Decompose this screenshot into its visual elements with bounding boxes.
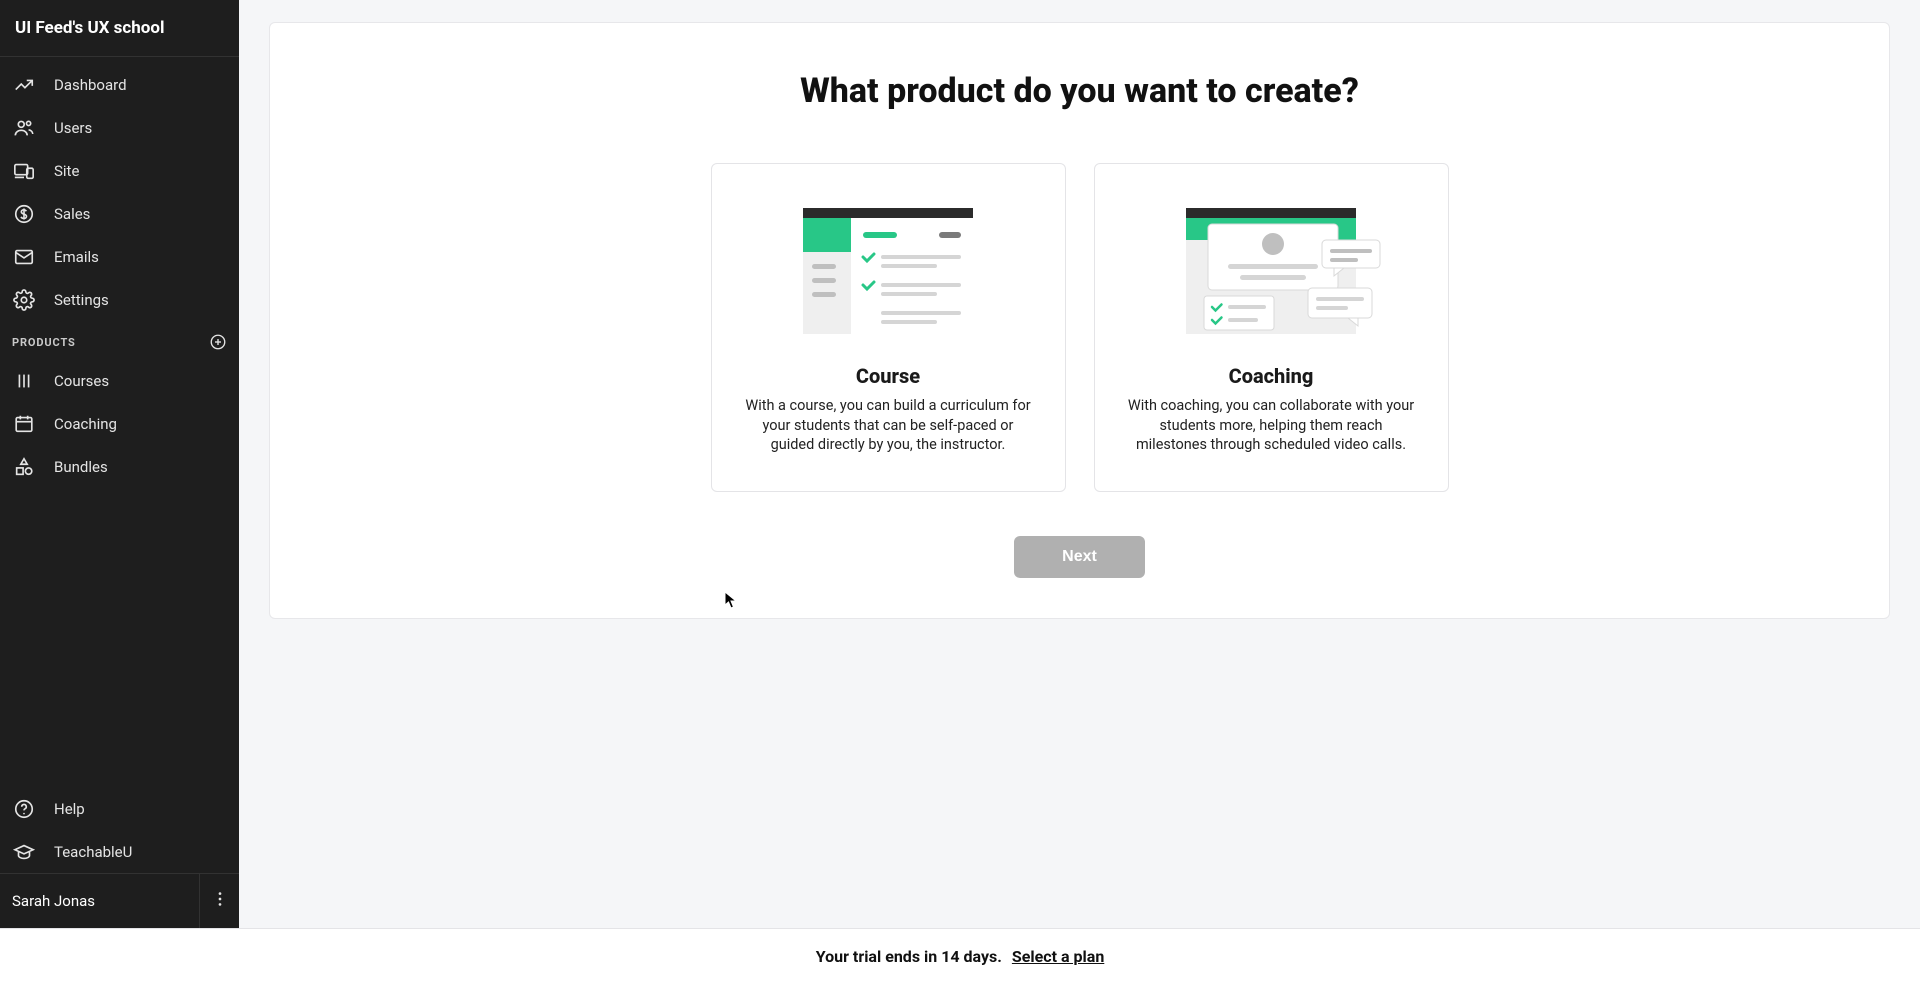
products-header-label: PRODUCTS — [12, 336, 76, 349]
help-circle-icon — [12, 797, 36, 821]
sidebar-item-emails[interactable]: Emails — [0, 235, 239, 278]
users-icon — [12, 116, 36, 140]
products-section-header: PRODUCTS — [0, 321, 239, 359]
school-title[interactable]: UI Feed's UX school — [0, 0, 239, 57]
sidebar-item-label: Courses — [54, 372, 109, 390]
add-product-icon[interactable] — [209, 333, 227, 351]
columns-icon — [12, 369, 36, 393]
sidebar-item-dashboard[interactable]: Dashboard — [0, 63, 239, 106]
sidebar-item-bundles[interactable]: Bundles — [0, 445, 239, 488]
option-title: Course — [856, 364, 920, 388]
sidebar-item-coaching[interactable]: Coaching — [0, 402, 239, 445]
sidebar-item-label: Dashboard — [54, 76, 127, 94]
sidebar-item-label: Help — [54, 800, 85, 818]
product-options: Course With a course, you can build a cu… — [711, 163, 1449, 492]
coaching-illustration-icon — [1158, 208, 1384, 338]
option-card-course[interactable]: Course With a course, you can build a cu… — [711, 163, 1066, 492]
sidebar-item-label: Bundles — [54, 458, 108, 476]
sidebar-item-label: Users — [54, 119, 92, 137]
user-row: Sarah Jonas — [0, 873, 239, 928]
option-card-coaching[interactable]: Coaching With coaching, you can collabor… — [1094, 163, 1449, 492]
user-name-text: Sarah Jonas — [12, 892, 95, 910]
course-illustration-icon — [803, 208, 973, 338]
sidebar-item-label: Site — [54, 162, 79, 180]
sidebar-item-label: Sales — [54, 205, 90, 223]
option-desc: With a course, you can build a curriculu… — [744, 396, 1033, 455]
chart-line-icon — [12, 73, 36, 97]
sidebar-item-label: Emails — [54, 248, 99, 266]
sidebar-item-label: TeachableU — [54, 843, 132, 861]
sidebar-item-help[interactable]: Help — [0, 787, 239, 830]
create-product-panel: What product do you want to create? — [269, 22, 1890, 619]
user-name[interactable]: Sarah Jonas — [0, 874, 199, 928]
user-menu-button[interactable] — [199, 874, 239, 928]
sidebar-item-label: Settings — [54, 291, 109, 309]
primary-nav: Dashboard Users Site Sales — [0, 57, 239, 321]
sidebar-item-site[interactable]: Site — [0, 149, 239, 192]
more-vertical-icon — [210, 889, 230, 913]
calendar-icon — [12, 412, 36, 436]
dollar-circle-icon — [12, 202, 36, 226]
products-nav: Courses Coaching Bundles — [0, 359, 239, 488]
sidebar-item-settings[interactable]: Settings — [0, 278, 239, 321]
trial-message: Your trial ends in 14 days. — [816, 947, 1002, 966]
shapes-icon — [12, 455, 36, 479]
sidebar-item-sales[interactable]: Sales — [0, 192, 239, 235]
main-content: What product do you want to create? — [239, 0, 1920, 928]
sidebar-item-users[interactable]: Users — [0, 106, 239, 149]
option-desc: With coaching, you can collaborate with … — [1127, 396, 1416, 455]
sidebar-item-teachableu[interactable]: TeachableU — [0, 830, 239, 873]
sidebar: UI Feed's UX school Dashboard Users Site — [0, 0, 239, 928]
option-title: Coaching — [1229, 364, 1314, 388]
devices-icon — [12, 159, 36, 183]
mail-icon — [12, 245, 36, 269]
sidebar-item-courses[interactable]: Courses — [0, 359, 239, 402]
sidebar-item-label: Coaching — [54, 415, 117, 433]
school-title-text: UI Feed's UX school — [15, 18, 164, 38]
help-nav: Help TeachableU — [0, 781, 239, 873]
trial-banner: Your trial ends in 14 days. Select a pla… — [0, 928, 1920, 984]
next-button[interactable]: Next — [1014, 536, 1145, 578]
graduation-cap-icon — [12, 840, 36, 864]
gear-icon — [12, 288, 36, 312]
panel-heading: What product do you want to create? — [800, 71, 1359, 111]
select-plan-link[interactable]: Select a plan — [1012, 947, 1104, 966]
